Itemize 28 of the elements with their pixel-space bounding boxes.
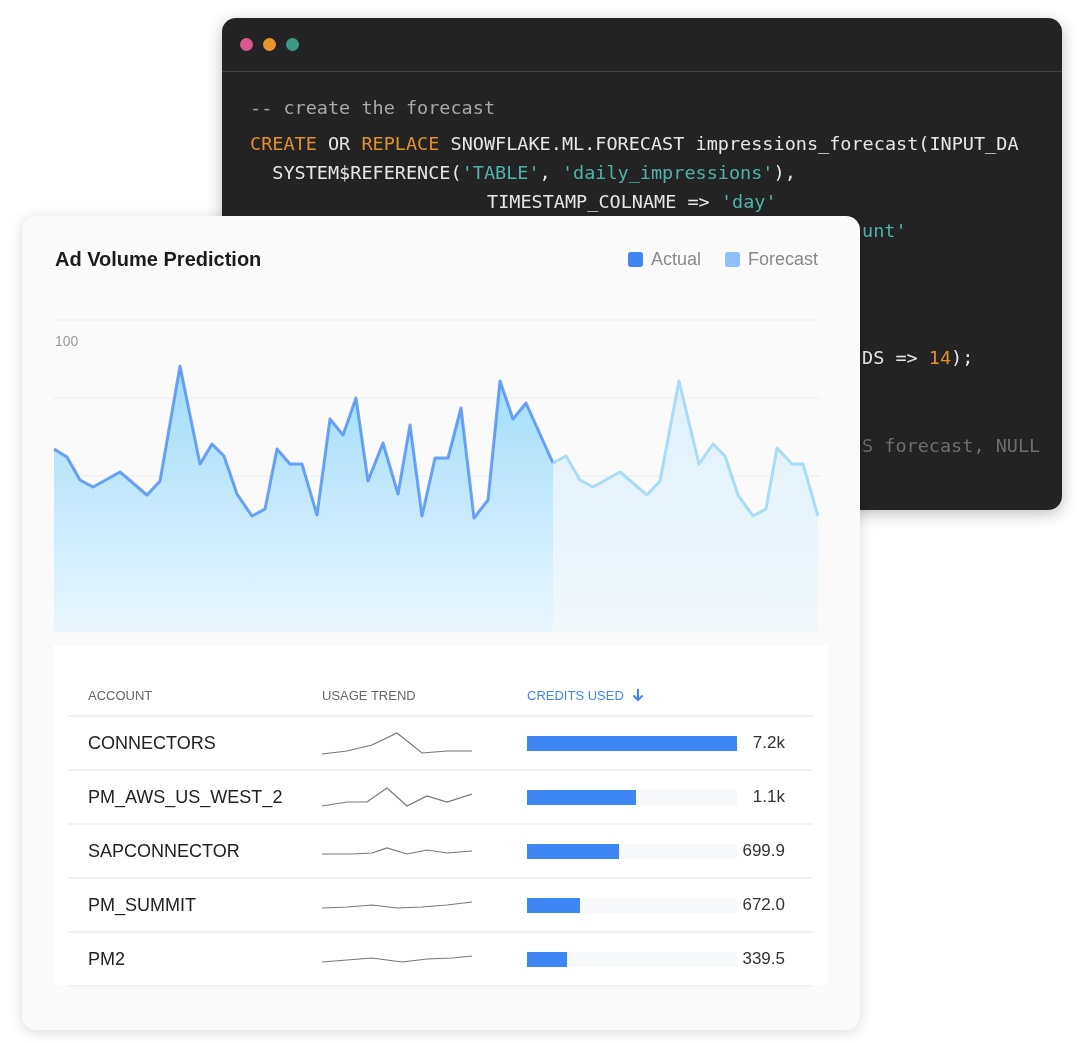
code-line: SYSTEM$REFERENCE('TABLE', 'daily_impressions'), <box>271 161 796 185</box>
account-cell-text: CONNECTORS <box>88 732 217 754</box>
account-cell-text: PM2 <box>88 948 126 970</box>
minimize-dot[interactable] <box>263 38 276 51</box>
column-header[interactable]: USAGE TREND <box>322 687 527 703</box>
card-title: Ad Volume Prediction <box>55 247 262 271</box>
account-cell-text: PM_SUMMIT <box>88 894 197 916</box>
credits-value: 339.5 <box>741 949 785 969</box>
code-line: TIMESTAMP_COLNAME => 'day' <box>487 190 777 214</box>
code-line: S forecast, NULL <box>862 434 1041 458</box>
code-line: CREATE OR REPLACE SNOWFLAKE.ML.FORECAST impressions_forecast(INPUT_DA <box>250 132 1019 156</box>
code-line: unt' <box>862 219 907 243</box>
close-dot[interactable] <box>240 38 253 51</box>
sort-arrow-icon <box>631 688 644 702</box>
legend-label: Actual <box>650 248 701 270</box>
account-cell-text: SAPCONNECTOR <box>88 840 241 862</box>
legend-label: Forecast <box>747 248 818 270</box>
code-line: DS => 14); <box>862 346 974 370</box>
column-header[interactable]: CREDITS USED <box>527 687 737 703</box>
credits-value: 7.2k <box>751 733 785 753</box>
credits-value: 672.0 <box>741 895 785 915</box>
credits-value: 699.9 <box>741 841 785 861</box>
credits-value: 1.1k <box>751 787 785 807</box>
code-line: -- create the forecast <box>250 96 496 120</box>
axis-label: 100 <box>55 333 79 349</box>
maximize-dot[interactable] <box>286 38 299 51</box>
account-cell-text: PM_AWS_US_WEST_2 <box>88 786 284 808</box>
column-header[interactable]: ACCOUNT <box>88 687 322 703</box>
